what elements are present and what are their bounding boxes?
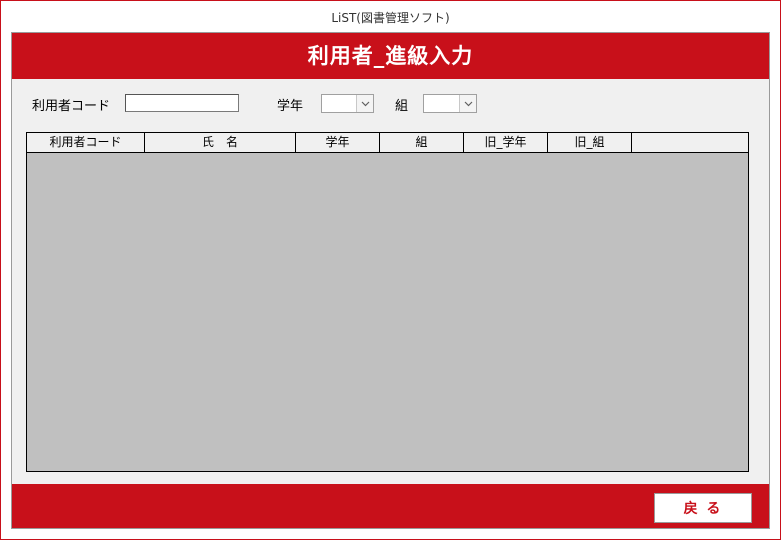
column-header-old-class[interactable]: 旧_組 xyxy=(548,133,632,152)
class-label: 組 xyxy=(395,99,409,114)
chevron-down-icon xyxy=(361,101,369,106)
user-code-input[interactable] xyxy=(125,94,239,112)
grid-header: 利用者コード 氏 名 学年 組 旧_学年 旧_組 xyxy=(27,133,748,153)
user-code-label: 利用者コード xyxy=(32,99,111,114)
user-grid[interactable]: 利用者コード 氏 名 学年 組 旧_学年 旧_組 xyxy=(26,132,749,472)
column-header-old-grade[interactable]: 旧_学年 xyxy=(464,133,548,152)
column-header-user-code[interactable]: 利用者コード xyxy=(27,133,145,152)
app-window: LiST(図書管理ソフト) 利用者_進級入力 利用者コード 学年 組 利用者コー… xyxy=(0,0,781,540)
back-button[interactable]: 戻 る xyxy=(654,493,752,523)
header-banner: 利用者_進級入力 xyxy=(12,33,769,79)
chevron-down-icon xyxy=(464,101,472,106)
window-title: LiST(図書管理ソフト) xyxy=(331,11,450,25)
grade-label: 学年 xyxy=(277,99,304,114)
grade-select[interactable] xyxy=(321,94,374,113)
column-header-filler xyxy=(632,133,748,152)
column-header-name[interactable]: 氏 名 xyxy=(145,133,296,152)
column-header-grade[interactable]: 学年 xyxy=(296,133,380,152)
grade-dropdown-button[interactable] xyxy=(356,95,373,112)
column-header-class[interactable]: 組 xyxy=(380,133,464,152)
class-select[interactable] xyxy=(423,94,477,113)
form-panel: 利用者_進級入力 利用者コード 学年 組 利用者コード 氏 名 学年 組 旧_学… xyxy=(11,32,770,529)
page-title: 利用者_進級入力 xyxy=(307,43,474,68)
class-dropdown-button[interactable] xyxy=(459,95,476,112)
